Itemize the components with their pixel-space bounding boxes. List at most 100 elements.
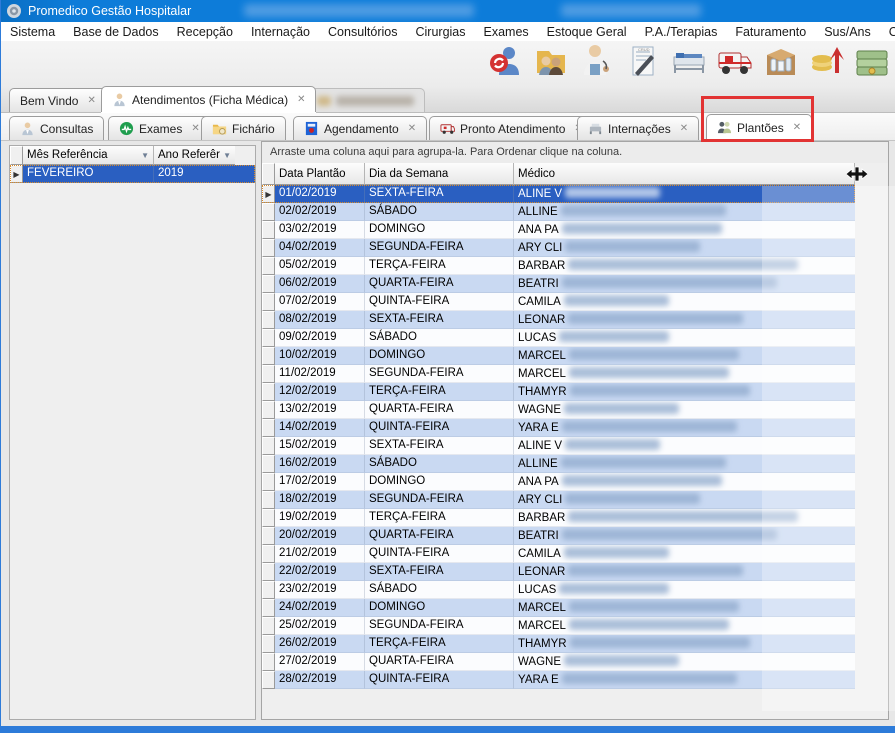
tab-bem-vindo[interactable]: Bem Vindo✕ — [9, 88, 107, 112]
menu-item-recep-o[interactable]: Recepção — [168, 23, 242, 41]
dia-da-semana-cell[interactable]: DOMINGO — [365, 347, 514, 365]
medico-cell[interactable]: CAMILA — [514, 293, 855, 311]
data-plantao-cell[interactable]: 27/02/2019 — [275, 653, 365, 671]
shift-row[interactable]: 27/02/2019QUARTA-FEIRAWAGNE — [262, 653, 855, 671]
data-plantao-cell[interactable]: 13/02/2019 — [275, 401, 365, 419]
medico-cell[interactable]: MARCEL — [514, 617, 855, 635]
data-plantao-cell[interactable]: 02/02/2019 — [275, 203, 365, 221]
medico-cell[interactable]: MARCEL — [514, 347, 855, 365]
data-plantao-cell[interactable]: 25/02/2019 — [275, 617, 365, 635]
medico-cell[interactable]: THAMYR — [514, 635, 855, 653]
data-plantao-cell[interactable]: 24/02/2019 — [275, 599, 365, 617]
doctor-button[interactable] — [574, 43, 620, 85]
medico-cell[interactable]: WAGNE — [514, 401, 855, 419]
medico-cell[interactable]: MARCEL — [514, 365, 855, 383]
data-plantao-cell[interactable]: 16/02/2019 — [275, 455, 365, 473]
data-plantao-cell[interactable]: 06/02/2019 — [275, 275, 365, 293]
data-plantao-cell[interactable]: 28/02/2019 — [275, 671, 365, 689]
medico-cell[interactable]: MARCEL — [514, 599, 855, 617]
shift-row[interactable]: 16/02/2019SÁBADOALLINE — [262, 455, 855, 473]
menu-item-consult-rios[interactable]: Consultórios — [319, 23, 406, 41]
menu-item-estoque-geral[interactable]: Estoque Geral — [538, 23, 636, 41]
medico-cell[interactable]: WAGNE — [514, 653, 855, 671]
shift-row[interactable]: 28/02/2019QUINTA-FEIRAYARA E — [262, 671, 855, 689]
medico-cell[interactable]: ALINE V — [514, 185, 855, 203]
shift-row[interactable]: 06/02/2019QUARTA-FEIRABEATRI — [262, 275, 855, 293]
shift-row[interactable]: 02/02/2019SÁBADOALLINE — [262, 203, 855, 221]
medico-cell[interactable]: LEONAR — [514, 563, 855, 581]
close-tab-icon[interactable]: ✕ — [680, 123, 688, 134]
close-tab-icon[interactable]: ✕ — [297, 94, 305, 105]
column-header-data-plantao[interactable]: Data Plantão — [275, 163, 365, 185]
tab-exames[interactable]: Exames✕ — [108, 116, 211, 140]
shift-row[interactable]: 25/02/2019SEGUNDA-FEIRAMARCEL — [262, 617, 855, 635]
tab-redacted[interactable] — [306, 88, 425, 112]
data-plantao-cell[interactable]: 07/02/2019 — [275, 293, 365, 311]
dia-da-semana-cell[interactable]: SÁBADO — [365, 581, 514, 599]
dia-da-semana-cell[interactable]: TERÇA-FEIRA — [365, 635, 514, 653]
medico-cell[interactable]: ARY CLI — [514, 491, 855, 509]
dia-da-semana-cell[interactable]: SÁBADO — [365, 455, 514, 473]
menu-item-p-a-terapias[interactable]: P.A./Terapias — [636, 23, 727, 41]
medico-cell[interactable]: THAMYR — [514, 383, 855, 401]
medico-cell[interactable]: ALLINE — [514, 203, 855, 221]
data-plantao-cell[interactable]: 15/02/2019 — [275, 437, 365, 455]
dia-da-semana-cell[interactable]: SEXTA-FEIRA — [365, 185, 514, 203]
data-plantao-cell[interactable]: 19/02/2019 — [275, 509, 365, 527]
shift-row[interactable]: 26/02/2019TERÇA-FEIRATHAMYR — [262, 635, 855, 653]
medico-cell[interactable]: ANA PA — [514, 473, 855, 491]
column-header-medico[interactable]: Médico — [514, 163, 855, 185]
dia-da-semana-cell[interactable]: QUINTA-FEIRA — [365, 545, 514, 563]
dia-da-semana-cell[interactable]: SEGUNDA-FEIRA — [365, 239, 514, 257]
filter-dropdown-icon[interactable]: ▼ — [223, 151, 231, 160]
ano-referencia-cell[interactable]: 2019 — [154, 165, 235, 183]
close-tab-icon[interactable]: ✕ — [87, 95, 95, 106]
dia-da-semana-cell[interactable]: SÁBADO — [365, 329, 514, 347]
ambulance-button[interactable] — [712, 43, 758, 85]
medico-cell[interactable]: ALLINE — [514, 455, 855, 473]
dia-da-semana-cell[interactable]: QUINTA-FEIRA — [365, 671, 514, 689]
tab-atendimentos-ficha-m-dica-[interactable]: Atendimentos (Ficha Médica)✕ — [101, 86, 316, 112]
shift-row[interactable]: 18/02/2019SEGUNDA-FEIRAARY CLI — [262, 491, 855, 509]
data-plantao-cell[interactable]: 18/02/2019 — [275, 491, 365, 509]
dia-da-semana-cell[interactable]: SEGUNDA-FEIRA — [365, 365, 514, 383]
dia-da-semana-cell[interactable]: DOMINGO — [365, 599, 514, 617]
dia-da-semana-cell[interactable]: SEGUNDA-FEIRA — [365, 617, 514, 635]
data-plantao-cell[interactable]: 08/02/2019 — [275, 311, 365, 329]
dia-da-semana-cell[interactable]: SEXTA-FEIRA — [365, 311, 514, 329]
close-tab-icon[interactable]: ✕ — [793, 122, 801, 133]
medico-cell[interactable]: BEATRI — [514, 275, 855, 293]
tab-agendamento[interactable]: Agendamento✕ — [293, 116, 427, 140]
shift-row[interactable]: 07/02/2019QUINTA-FEIRACAMILA — [262, 293, 855, 311]
medico-cell[interactable]: CAMILA — [514, 545, 855, 563]
dia-da-semana-cell[interactable]: QUARTA-FEIRA — [365, 401, 514, 419]
shift-row[interactable]: 08/02/2019SEXTA-FEIRALEONAR — [262, 311, 855, 329]
shift-row[interactable]: 19/02/2019TERÇA-FEIRABARBAR — [262, 509, 855, 527]
tab-interna-es[interactable]: Internações✕ — [577, 116, 699, 140]
dia-da-semana-cell[interactable]: TERÇA-FEIRA — [365, 257, 514, 275]
dia-da-semana-cell[interactable]: SEGUNDA-FEIRA — [365, 491, 514, 509]
menu-item-exames[interactable]: Exames — [475, 23, 538, 41]
shift-row[interactable]: 22/02/2019SEXTA-FEIRALEONAR — [262, 563, 855, 581]
dia-da-semana-cell[interactable]: DOMINGO — [365, 473, 514, 491]
data-plantao-cell[interactable]: 04/02/2019 — [275, 239, 365, 257]
medico-cell[interactable]: ANA PA — [514, 221, 855, 239]
menu-item-faturamento[interactable]: Faturamento — [726, 23, 815, 41]
data-plantao-cell[interactable]: 05/02/2019 — [275, 257, 365, 275]
shift-row[interactable]: 21/02/2019QUINTA-FEIRACAMILA — [262, 545, 855, 563]
data-plantao-cell[interactable]: 01/02/2019 — [275, 185, 365, 203]
close-tab-icon[interactable]: ✕ — [191, 123, 199, 134]
dia-da-semana-cell[interactable]: TERÇA-FEIRA — [365, 383, 514, 401]
medico-cell[interactable]: ALINE V — [514, 437, 855, 455]
tab-plant-es[interactable]: Plantões✕ — [706, 114, 812, 140]
data-plantao-cell[interactable]: 14/02/2019 — [275, 419, 365, 437]
reference-row-selected[interactable]: ▶ FEVEREIRO 2019 — [10, 165, 255, 183]
close-tab-icon[interactable]: ✕ — [408, 123, 416, 134]
dia-da-semana-cell[interactable]: QUARTA-FEIRA — [365, 275, 514, 293]
shift-row[interactable]: 24/02/2019DOMINGOMARCEL — [262, 599, 855, 617]
column-header-ano-referencia[interactable]: Ano Referêr ▼ — [154, 146, 235, 165]
mes-referencia-cell[interactable]: FEVEREIRO — [23, 165, 154, 183]
dia-da-semana-cell[interactable]: QUINTA-FEIRA — [365, 293, 514, 311]
data-plantao-cell[interactable]: 22/02/2019 — [275, 563, 365, 581]
medico-cell[interactable]: BEATRI — [514, 527, 855, 545]
